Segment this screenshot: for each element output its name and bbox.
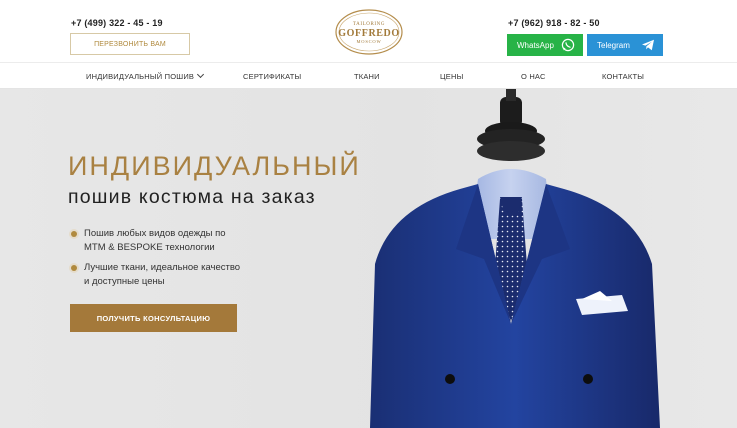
hero-bullet: Лучшие ткани, идеальное качество и досту… (71, 261, 291, 289)
nav-item-fabrics[interactable]: ТКАНИ (354, 72, 380, 81)
bullet-line: Пошив любых видов одежды по (84, 228, 226, 239)
whatsapp-label: WhatsApp (517, 40, 554, 50)
hero-subtitle: пошив костюма на заказ (68, 186, 316, 208)
callback-button[interactable]: ПЕРЕЗВОНИТЬ ВАМ (70, 33, 190, 55)
bullet-dot-icon (71, 231, 77, 237)
nav-item-custom-tailoring[interactable]: ИНДИВИДУАЛЬНЫЙ ПОШИВ (86, 70, 205, 81)
bullet-line: MTM & BESPOKE технологии (84, 242, 215, 253)
top-header: +7 (499) 322 - 45 - 19 ПЕРЕЗВОНИТЬ ВАМ T… (0, 0, 737, 62)
whatsapp-button[interactable]: WhatsApp (507, 34, 583, 56)
whatsapp-icon (561, 38, 575, 52)
get-consultation-button[interactable]: ПОЛУЧИТЬ КОНСУЛЬТАЦИЮ (70, 304, 237, 332)
nav-item-prices[interactable]: ЦЕНЫ (440, 72, 463, 81)
nav-item-label: ИНДИВИДУАЛЬНЫЙ ПОШИВ (86, 72, 195, 81)
hero-bullet: Пошив любых видов одежды по MTM & BESPOK… (71, 227, 291, 255)
logo-text-sub: MOSCOW (356, 39, 381, 44)
main-navigation: ИНДИВИДУАЛЬНЫЙ ПОШИВ СЕРТИФИКАТЫ ТКАНИ Ц… (0, 62, 737, 89)
chevron-down-icon (197, 70, 205, 79)
hero-title: ИНДИВИДУАЛЬНЫЙ (68, 151, 361, 181)
bullet-text: Пошив любых видов одежды по MTM & BESPOK… (71, 227, 291, 255)
logo-text-main: GOFFREDO (338, 28, 399, 39)
bullet-text: Лучшие ткани, идеальное качество и досту… (71, 261, 291, 289)
phone-number-left[interactable]: +7 (499) 322 - 45 - 19 (71, 18, 163, 28)
bullet-line: Лучшие ткани, идеальное качество (84, 262, 241, 273)
nav-item-certificates[interactable]: СЕРТИФИКАТЫ (243, 72, 301, 81)
logo-text-top: TAILORING (353, 22, 385, 27)
suit-on-mannequin-image (370, 89, 660, 428)
telegram-icon (642, 39, 654, 51)
goffredo-logo[interactable]: TAILORING GOFFREDO MOSCOW (334, 8, 404, 56)
telegram-button[interactable]: Telegram (587, 34, 663, 56)
nav-item-about[interactable]: О НАС (521, 72, 546, 81)
bullet-dot-icon (71, 265, 77, 271)
phone-number-right[interactable]: +7 (962) 918 - 82 - 50 (508, 18, 600, 28)
hero-banner: ИНДИВИДУАЛЬНЫЙ пошив костюма на заказ По… (0, 89, 737, 428)
nav-item-contacts[interactable]: КОНТАКТЫ (602, 72, 644, 81)
bullet-line: и доступные цены (84, 276, 165, 287)
telegram-label: Telegram (597, 40, 630, 50)
